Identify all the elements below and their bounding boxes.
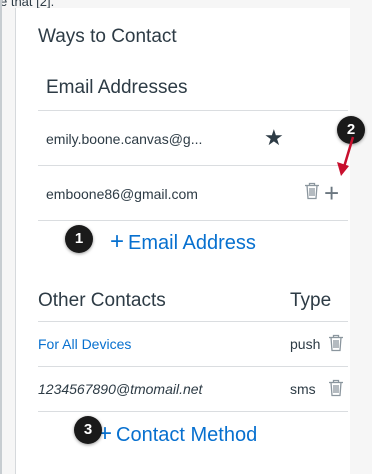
contact-type: push	[290, 336, 321, 352]
contact-name-link[interactable]: For All Devices	[38, 336, 131, 352]
plus-icon[interactable]: +	[324, 180, 339, 206]
contact-type: sms	[290, 381, 316, 397]
callout-arrow-icon	[337, 136, 355, 176]
left-divider	[0, 0, 2, 474]
callout-badge-1: 1	[65, 225, 93, 253]
add-contact-method-link[interactable]: + Contact Method	[98, 420, 257, 448]
add-email-address-link[interactable]: + Email Address	[110, 228, 256, 256]
email-row: emboone86@gmail.com +	[38, 166, 348, 221]
section-title: Ways to Contact	[38, 26, 177, 47]
trash-icon[interactable]	[304, 182, 320, 205]
other-contacts-header: Other Contacts Type	[38, 278, 348, 322]
email-row-default: emily.boone.canvas@g... ★	[38, 111, 348, 166]
plus-icon: +	[110, 228, 125, 255]
trash-icon[interactable]	[328, 379, 344, 402]
contact-row: 1234567890@tmomail.net sms	[38, 367, 348, 412]
type-column-heading: Type	[290, 290, 332, 311]
star-icon: ★	[264, 125, 284, 150]
other-contacts-heading: Other Contacts	[38, 290, 166, 311]
email-address-text: emboone86@gmail.com	[46, 186, 198, 202]
email-addresses-heading: Email Addresses	[46, 77, 188, 98]
contact-name: 1234567890@tmomail.net	[38, 381, 203, 397]
trash-icon[interactable]	[328, 334, 344, 357]
add-email-label: Email Address	[128, 232, 256, 254]
email-addresses-header: Email Addresses	[38, 67, 348, 111]
add-contact-method-label: Contact Method	[116, 424, 258, 446]
contact-row: For All Devices push	[38, 322, 348, 367]
callout-badge-3: 3	[74, 416, 102, 444]
email-address-text[interactable]: emily.boone.canvas@g...	[46, 131, 202, 147]
